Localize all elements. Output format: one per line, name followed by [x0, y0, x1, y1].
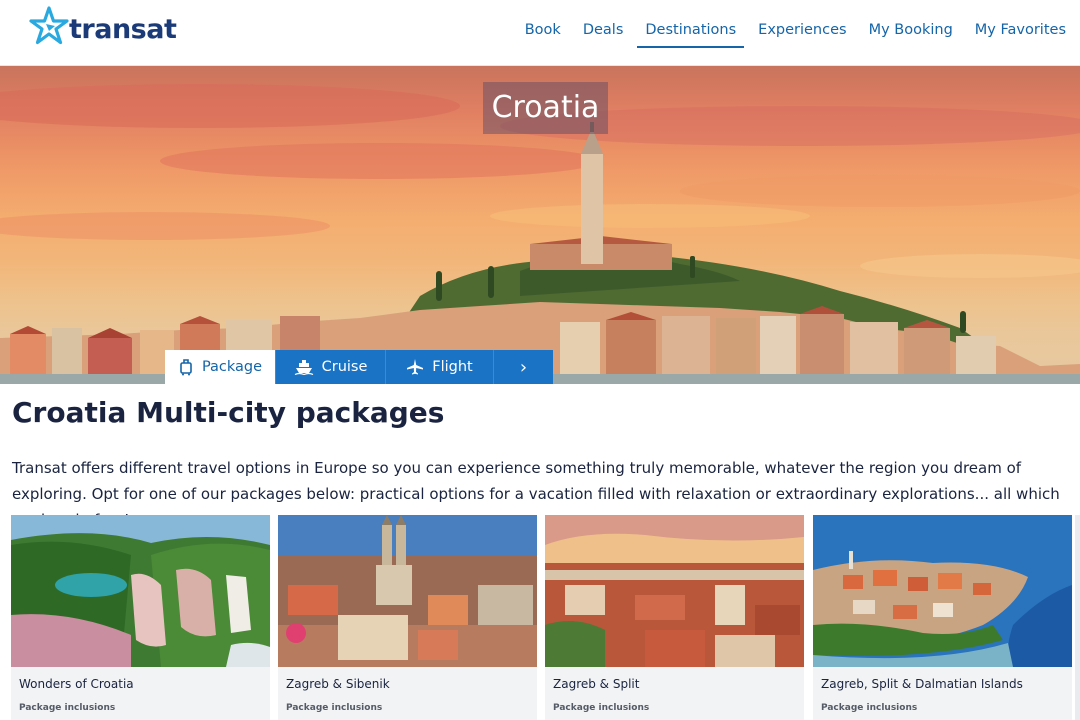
nav-destinations[interactable]: Destinations [637, 22, 745, 48]
package-card[interactable]: Zagreb & Sibenik Package inclusions [278, 515, 537, 720]
card-inclusions-link[interactable]: Package inclusions [286, 703, 382, 713]
card-title: Zagreb, Split & Dalmatian Islands [821, 677, 1023, 691]
card-image [11, 515, 270, 667]
site-header: transat Book Deals Destinations Experien… [0, 0, 1080, 66]
package-card[interactable]: Wonders of Croatia Package inclusions [11, 515, 270, 720]
nav-my-favorites[interactable]: My Favorites [975, 22, 1066, 48]
card-image [545, 515, 804, 667]
tab-flight-label: Flight [432, 359, 473, 375]
tab-cruise-label: Cruise [321, 359, 368, 375]
transat-logo[interactable]: transat [26, 4, 177, 55]
card-inclusions-link[interactable]: Package inclusions [821, 703, 917, 713]
card-inclusions-link[interactable]: Package inclusions [553, 703, 649, 713]
package-cards: Wonders of Croatia Package inclusions Za… [0, 515, 1080, 720]
nav-experiences[interactable]: Experiences [758, 22, 846, 48]
card-image [278, 515, 537, 667]
luggage-icon [178, 358, 194, 376]
tab-flight[interactable]: Flight [385, 350, 493, 384]
booking-tabs: Package Cruise Flight › [165, 350, 553, 384]
nav-deals[interactable]: Deals [583, 22, 624, 48]
plane-icon [406, 358, 424, 376]
card-title: Zagreb & Split [553, 677, 640, 691]
star-icon [26, 4, 72, 55]
package-card[interactable]: Zagreb & Split Package inclusions [545, 515, 804, 720]
tab-package[interactable]: Package [165, 350, 275, 384]
hero-title: Croatia [483, 82, 608, 134]
card-inclusions-link[interactable]: Package inclusions [19, 703, 115, 713]
nav-my-booking[interactable]: My Booking [869, 22, 953, 48]
tab-more-button[interactable]: › [493, 350, 553, 384]
package-card[interactable]: Zagreb, Split & Dalmatian Islands Packag… [813, 515, 1072, 720]
card-title: Wonders of Croatia [19, 677, 134, 691]
hero-banner: Croatia [0, 66, 1080, 384]
tab-cruise[interactable]: Cruise [275, 350, 385, 384]
card-image [813, 515, 1072, 667]
chevron-right-icon: › [519, 356, 528, 378]
main-nav: Book Deals Destinations Experiences My B… [503, 22, 1066, 48]
tab-package-label: Package [201, 359, 263, 375]
carousel-edge [1075, 515, 1080, 720]
nav-book[interactable]: Book [525, 22, 561, 48]
brand-name: transat [69, 13, 177, 45]
page-title: Croatia Multi-city packages [12, 396, 445, 429]
ship-icon [294, 359, 314, 375]
card-title: Zagreb & Sibenik [286, 677, 390, 691]
